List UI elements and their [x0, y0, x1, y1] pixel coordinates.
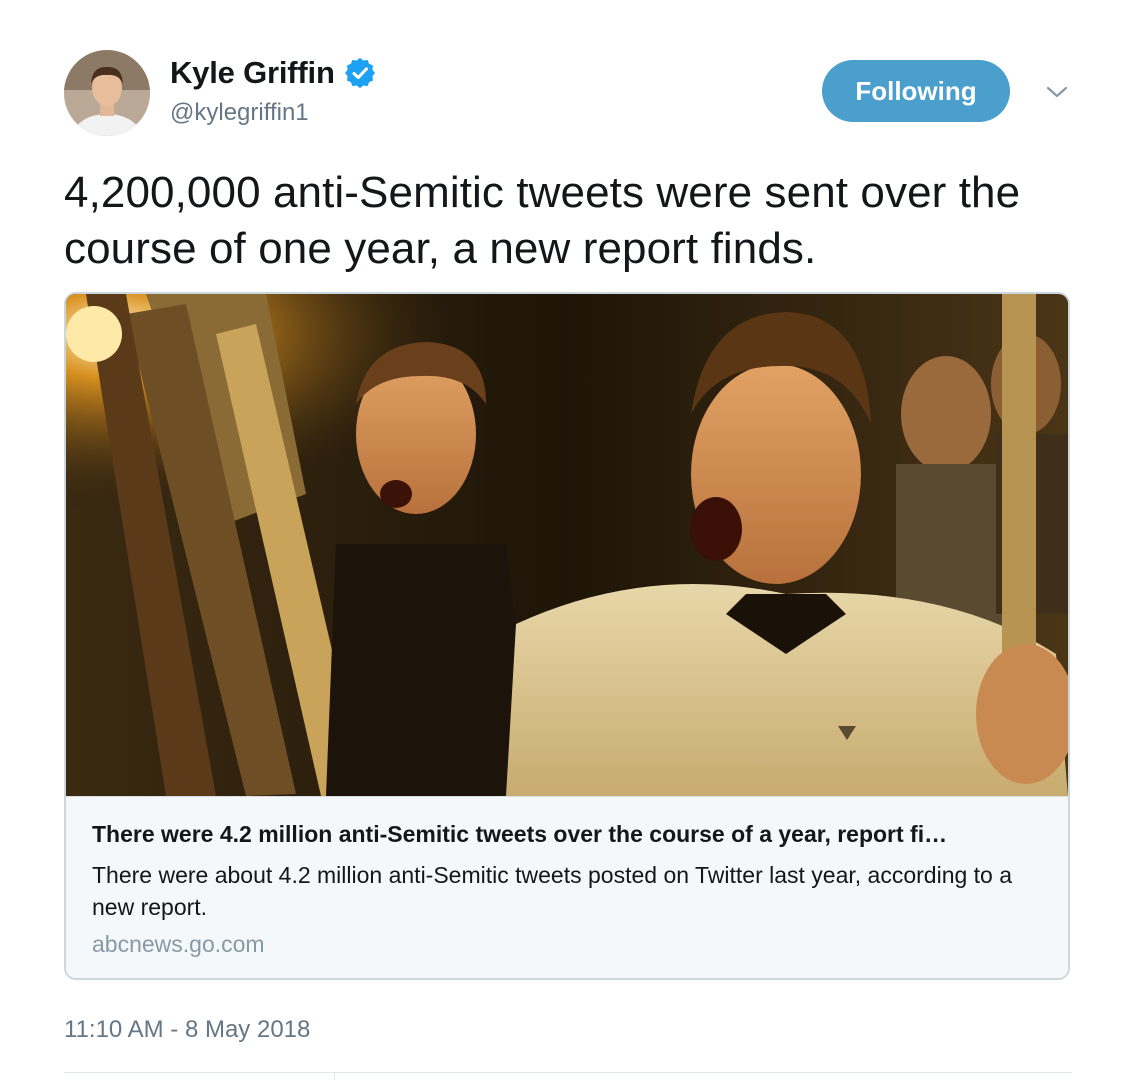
card-image[interactable] [66, 294, 1068, 796]
author-name-row[interactable]: Kyle Griffin [170, 53, 375, 93]
tweet-text: 4,200,000 anti-Semitic tweets were sent … [64, 168, 1021, 273]
card-title[interactable]: There were 4.2 million anti-Semitic twee… [92, 821, 1052, 848]
avatar[interactable] [64, 50, 150, 136]
divider-tick [334, 1072, 335, 1080]
tweet-page: Kyle Griffin @kylegriffin1 Following 4,2… [0, 0, 1140, 1080]
chevron-down-icon[interactable] [1042, 80, 1072, 104]
display-name[interactable]: Kyle Griffin [170, 55, 335, 91]
tweet-timestamp[interactable]: 11:10 AM - 8 May 2018 [64, 1016, 310, 1044]
handle[interactable]: @kylegriffin1 [170, 99, 309, 127]
divider [64, 1072, 1072, 1073]
card-description: There were about 4.2 million anti-Semiti… [92, 862, 1013, 920]
link-card[interactable]: There were 4.2 million anti-Semitic twee… [64, 292, 1070, 980]
following-button[interactable]: Following [822, 60, 1010, 122]
card-body[interactable]: There were 4.2 million anti-Semitic twee… [66, 796, 1068, 978]
avatar-image [64, 50, 150, 136]
verified-badge-icon [344, 58, 375, 88]
card-domain: abcnews.go.com [92, 931, 265, 957]
